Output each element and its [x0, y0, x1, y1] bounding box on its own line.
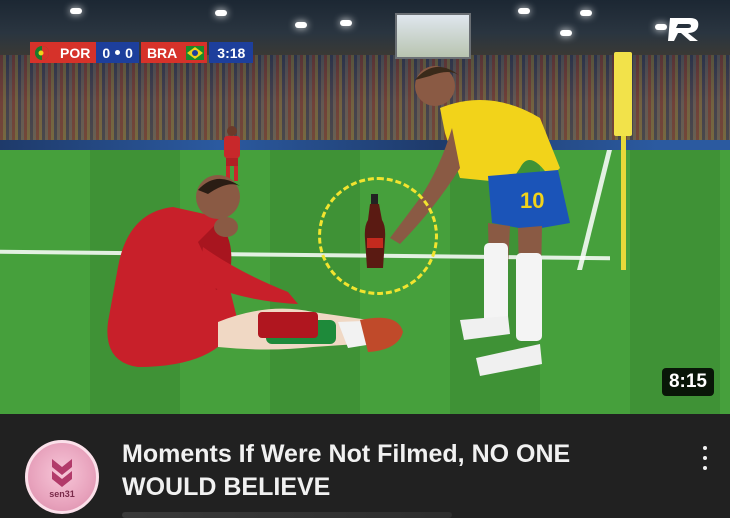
match-clock: 3:18: [209, 42, 254, 63]
channel-avatar-label: sen31: [49, 489, 75, 499]
video-title[interactable]: Moments If Were Not Filmed, NO ONE WOULD…: [122, 438, 642, 504]
score-separator: [115, 50, 121, 55]
shirt-number: 10: [520, 188, 544, 213]
chevron-logo-icon: [52, 459, 72, 487]
portugal-flag-icon: [30, 42, 54, 63]
score: 0 0: [96, 42, 139, 63]
r-logo-icon: [668, 18, 699, 41]
video-thumbnail[interactable]: 10 POR 0 0 BRA 3:18 8:15: [0, 0, 730, 414]
video-info: sen31 Moments If Were Not Filmed, NO ONE…: [0, 414, 730, 518]
away-team: BRA: [140, 42, 184, 63]
more-vert-icon[interactable]: [698, 444, 712, 472]
away-score: 0: [125, 44, 133, 61]
video-duration: 8:15: [661, 368, 714, 396]
video-metadata-cutoff: [122, 512, 452, 518]
corner-flag: [614, 52, 632, 136]
home-score: 0: [102, 44, 111, 61]
brazil-flag-icon: [183, 42, 208, 63]
channel-avatar[interactable]: sen31: [25, 440, 99, 514]
home-team: POR: [54, 42, 97, 63]
stadium-screen: [395, 13, 471, 59]
scoreboard: POR 0 0 BRA 3:18: [30, 42, 254, 63]
bottle-icon: [364, 194, 386, 268]
